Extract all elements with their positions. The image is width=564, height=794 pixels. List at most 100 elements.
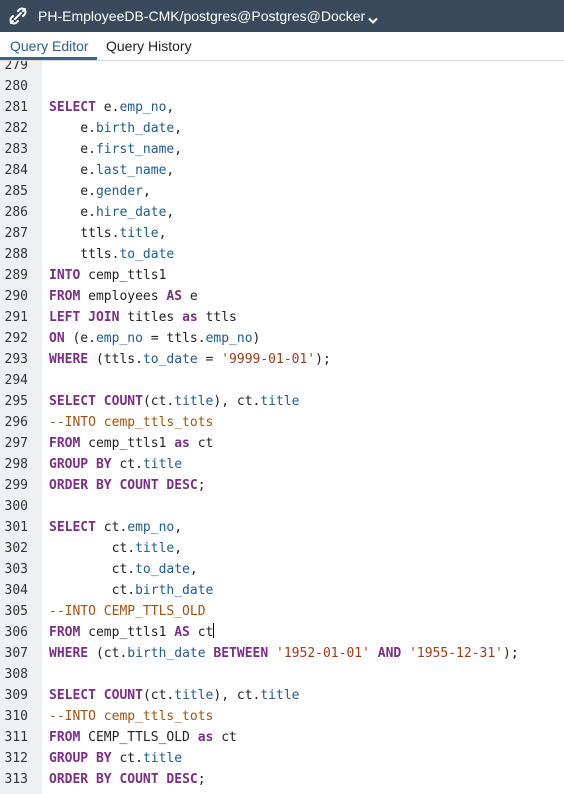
sql-string: '1955-12-31'	[409, 646, 503, 661]
code-text: SELECT COUNT(ct.title), ct.title	[49, 391, 300, 412]
code-line[interactable]: 284 e.last_name,	[0, 160, 564, 181]
tab-query-editor[interactable]: Query Editor	[10, 37, 89, 55]
sql-text: (e.	[64, 331, 96, 346]
sql-comment: --INTO cemp_ttls_tots	[49, 415, 214, 430]
line-number: 308	[4, 667, 28, 682]
sql-field: to_date	[119, 247, 175, 262]
sql-text: ,	[174, 142, 183, 157]
code-line[interactable]: 297 FROM cemp_ttls1 as ct	[0, 433, 564, 454]
line-number: 309	[4, 688, 28, 703]
sql-keyword: COUNT	[119, 772, 159, 787]
code-text: GROUP BY ct.title	[49, 748, 182, 769]
code-line[interactable]: 309 SELECT COUNT(ct.title), ct.title	[0, 685, 564, 706]
code-line[interactable]: 279	[0, 61, 564, 76]
code-text: INTO cemp_ttls1	[49, 265, 166, 286]
sql-keyword: ORDER BY	[49, 772, 112, 787]
sql-field: emp_no	[95, 331, 143, 346]
line-number: 305	[4, 604, 28, 619]
code-text: ORDER BY COUNT DESC;	[49, 769, 206, 790]
code-text: e.last_name,	[49, 160, 174, 181]
line-number: 312	[4, 751, 28, 766]
code-line[interactable]: 285 e.gender,	[0, 181, 564, 202]
code-line[interactable]: 283 e.first_name,	[0, 139, 564, 160]
sql-text: ,	[174, 121, 183, 136]
tab-query-history[interactable]: Query History	[106, 37, 192, 55]
code-line[interactable]: 303 ct.to_date,	[0, 559, 564, 580]
code-line[interactable]: 281 SELECT e.emp_no,	[0, 97, 564, 118]
sql-text: ,	[142, 184, 151, 199]
line-number: 304	[4, 583, 28, 598]
code-line[interactable]: 288 ttls.to_date	[0, 244, 564, 265]
code-line[interactable]: 287 ttls.title,	[0, 223, 564, 244]
sql-editor[interactable]: 279 280 281 SELECT e.emp_no, 282 e.birth_dat…	[0, 61, 564, 794]
code-line[interactable]: 305 --INTO CEMP_TTLS_OLD	[0, 601, 564, 622]
line-number: 286	[4, 205, 28, 220]
code-line[interactable]: 312 GROUP BY ct.title	[0, 748, 564, 769]
sql-text: ttls.	[49, 226, 120, 241]
code-line[interactable]: 313 ORDER BY COUNT DESC;	[0, 769, 564, 790]
sql-keyword: AS	[166, 289, 183, 304]
sql-text: = ttls.	[142, 331, 206, 346]
sql-text: ,	[158, 226, 167, 241]
sql-text: );	[315, 352, 331, 367]
code-line[interactable]: 289 INTO cemp_ttls1	[0, 265, 564, 286]
code-line[interactable]: 300	[0, 496, 564, 517]
code-line[interactable]: 292 ON (e.emp_no = ttls.emp_no)	[0, 328, 564, 349]
code-line[interactable]: 308	[0, 664, 564, 685]
sql-keyword: SELECT	[49, 688, 96, 703]
sql-keyword: LEFT JOIN	[49, 310, 120, 325]
code-line[interactable]: 290 FROM employees AS e	[0, 286, 564, 307]
code-line[interactable]: 307 WHERE (ct.birth_date BETWEEN '1952-01…	[0, 643, 564, 664]
sql-text: ct.	[95, 520, 128, 535]
sql-text: ct.	[49, 583, 136, 598]
code-line[interactable]: 296 --INTO cemp_ttls_tots	[0, 412, 564, 433]
chevron-down-icon[interactable]	[368, 12, 378, 24]
code-line[interactable]: 282 e.birth_date,	[0, 118, 564, 139]
code-line[interactable]: 298 GROUP BY ct.title	[0, 454, 564, 475]
code-line[interactable]: 306 FROM cemp_ttls1 AS ct	[0, 622, 564, 643]
sql-keyword: SELECT	[49, 394, 96, 409]
code-line[interactable]: 301 SELECT ct.emp_no,	[0, 517, 564, 538]
code-line[interactable]: 294	[0, 370, 564, 391]
sql-text: ;	[197, 772, 206, 787]
sql-keyword: COUNT	[103, 688, 143, 703]
code-line[interactable]: 286 e.hire_date,	[0, 202, 564, 223]
sql-text: ,	[166, 163, 175, 178]
connection-bar[interactable]: PH-EmployeeDB-CMK/postgres@Postgres@Dock…	[0, 0, 564, 32]
sql-field: title	[135, 541, 175, 556]
line-number: 279	[4, 61, 28, 73]
line-number: 307	[4, 646, 28, 661]
code-text: ct.birth_date	[49, 580, 214, 601]
connection-title[interactable]: PH-EmployeeDB-CMK/postgres@Postgres@Dock…	[38, 8, 365, 25]
sql-keyword: ORDER BY	[49, 478, 112, 493]
sql-text: ct	[189, 625, 214, 640]
code-text: SELECT COUNT(ct.title), ct.title	[49, 685, 300, 706]
code-line[interactable]: 293 WHERE (ttls.to_date = '9999-01-01');	[0, 349, 564, 370]
code-text: SELECT e.emp_no,	[49, 97, 174, 118]
line-number: 290	[4, 289, 28, 304]
sql-text: e.	[49, 121, 96, 136]
code-line[interactable]: 311 FROM CEMP_TTLS_OLD as ct	[0, 727, 564, 748]
sql-field: emp_no	[127, 520, 175, 535]
sql-keyword: COUNT	[119, 478, 159, 493]
sql-field: title	[119, 226, 159, 241]
code-line[interactable]: 304 ct.birth_date	[0, 580, 564, 601]
sql-text: ), ct.	[213, 688, 261, 703]
sql-text: cemp_ttls1	[80, 625, 175, 640]
line-number: 313	[4, 772, 28, 787]
sql-comment: --INTO cemp_ttls_tots	[49, 709, 214, 724]
line-number: 283	[4, 142, 28, 157]
code-line[interactable]: 310 --INTO cemp_ttls_tots	[0, 706, 564, 727]
code-line[interactable]: 302 ct.title,	[0, 538, 564, 559]
code-line[interactable]: 295 SELECT COUNT(ct.title), ct.title	[0, 391, 564, 412]
code-line[interactable]: 299 ORDER BY COUNT DESC;	[0, 475, 564, 496]
code-line[interactable]: 291 LEFT JOIN titles as ttls	[0, 307, 564, 328]
sql-field: title	[174, 688, 214, 703]
sql-text: e.	[49, 184, 96, 199]
code-text: ct.title,	[49, 538, 182, 559]
code-text: SELECT ct.emp_no,	[49, 517, 182, 538]
code-line[interactable]: 280	[0, 76, 564, 97]
code-text: --INTO CEMP_TTLS_OLD	[49, 601, 206, 622]
sql-text: )	[252, 331, 261, 346]
